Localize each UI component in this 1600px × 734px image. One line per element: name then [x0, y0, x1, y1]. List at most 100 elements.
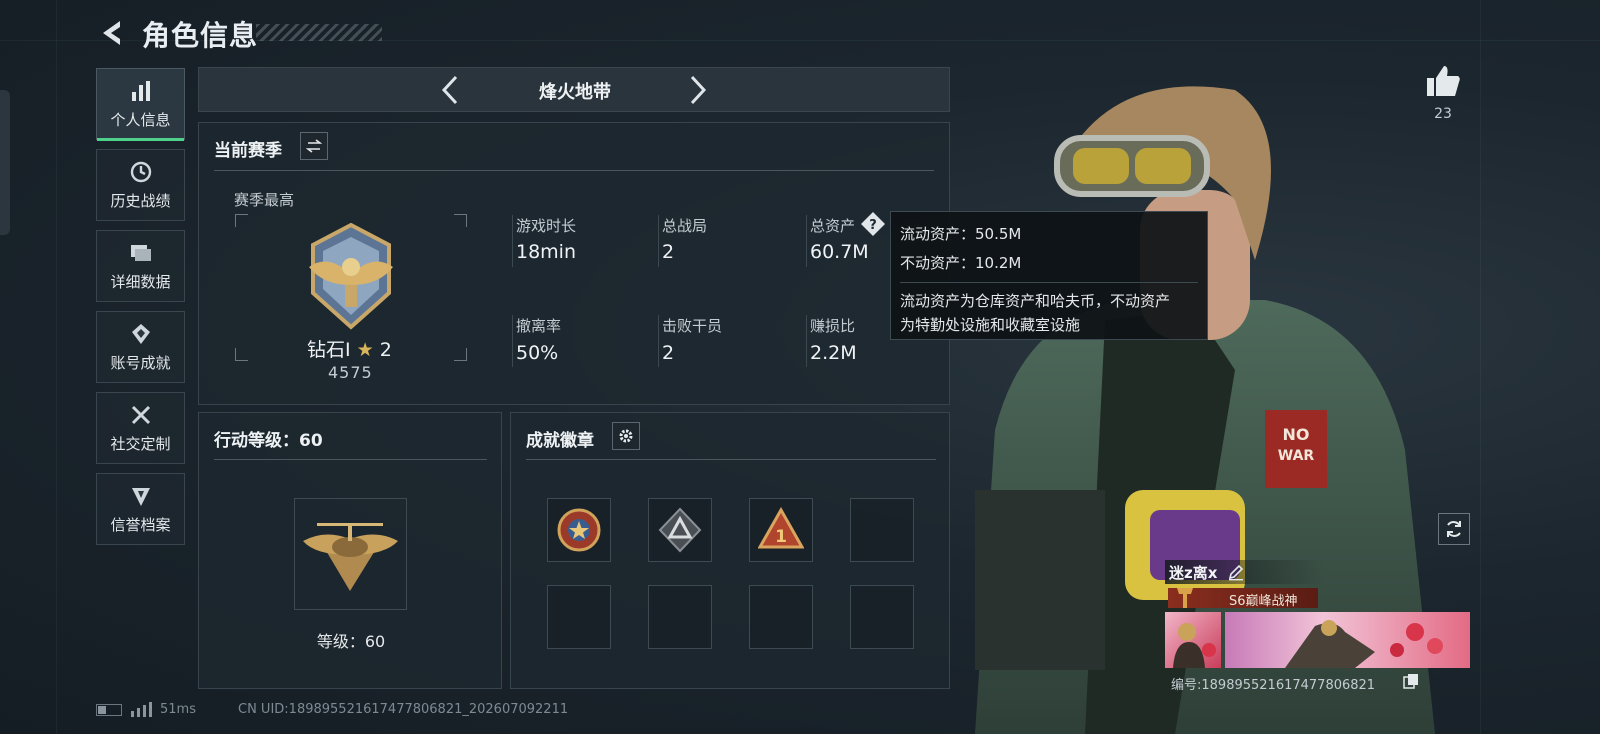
diamond-rank-emblem-icon [309, 223, 393, 330]
stat-divider [512, 315, 513, 367]
stat-divider [806, 215, 807, 267]
mode-selector: 烽火地带 [198, 67, 950, 112]
badge-slot-empty[interactable] [648, 585, 712, 649]
ping-text: 51ms [160, 702, 196, 717]
sidebar-item-history[interactable]: 历史战绩 [96, 149, 185, 221]
season-panel: 当前赛季 赛季最高 钻石Ⅰ ★ 2 4575 游戏时长 18min 总战局 2 … [198, 122, 950, 405]
sidebar-item-credit[interactable]: 信誉档案 [96, 473, 185, 545]
action-level-title: 行动等级：60 [214, 431, 323, 451]
battery-icon [96, 704, 122, 716]
badge-slot-empty[interactable] [850, 585, 914, 649]
stat-value-assets: 60.7M [810, 241, 869, 263]
tooltip-divider [900, 282, 1198, 283]
sidebar-item-label: 详细数据 [110, 272, 171, 291]
achievement-icon [131, 323, 150, 344]
svg-text:NO: NO [1283, 425, 1310, 444]
swap-icon [306, 139, 322, 153]
back-icon[interactable] [98, 18, 126, 48]
player-name: 迷z离x [1169, 564, 1218, 582]
mode-title: 烽火地带 [539, 82, 611, 103]
svg-text:WAR: WAR [1278, 448, 1315, 464]
stat-value-extract-rate: 50% [516, 342, 559, 364]
avatar[interactable] [1165, 612, 1221, 668]
title-decoration [256, 24, 382, 41]
player-title: S6巅峰战神 [1229, 594, 1298, 609]
chevron-right-icon[interactable] [687, 74, 709, 106]
stat-divider [806, 315, 807, 367]
sidebar-item-achievements[interactable]: 账号成就 [96, 311, 185, 383]
stat-value-matches: 2 [662, 241, 675, 263]
sidebar-item-label: 信誉档案 [110, 515, 171, 534]
sidebar-item-personal-info[interactable]: 个人信息 [96, 68, 185, 141]
sidebar-item-label: 历史战绩 [110, 191, 171, 210]
stat-label-playtime: 游戏时长 [516, 217, 577, 235]
stat-label-assets: 总资产 [810, 217, 856, 235]
tooltip-desc-line1: 流动资产为仓库资产和哈夫币，不动资产 [900, 292, 1171, 310]
refresh-icon [1447, 521, 1461, 537]
title-emblem-icon [1177, 588, 1193, 608]
rank-one-badge-icon: 1 [758, 507, 804, 549]
divider [214, 170, 934, 171]
sidebar-item-label: 个人信息 [110, 110, 171, 129]
sidebar-item-social[interactable]: 社交定制 [96, 392, 185, 464]
history-icon [130, 161, 151, 182]
stat-label-profit-ratio: 赚损比 [810, 317, 856, 335]
sidebar-item-details[interactable]: 详细数据 [96, 230, 185, 302]
assets-tooltip: 流动资产：50.5M 不动资产：10.2M 流动资产为仓库资产和哈夫币，不动资产… [890, 211, 1208, 340]
helicopter-badge-icon [303, 523, 398, 591]
badge-slot[interactable] [547, 498, 611, 562]
bar-chart-icon [131, 80, 150, 101]
badge-slot-empty[interactable] [850, 498, 914, 562]
stat-divider [658, 315, 659, 367]
svg-text:1: 1 [775, 527, 787, 547]
thumbs-up-icon[interactable] [1425, 64, 1461, 98]
badge-slot[interactable]: 1 [749, 498, 813, 562]
refresh-button[interactable] [1438, 513, 1470, 545]
rank-name: 钻石Ⅰ [307, 339, 351, 361]
gear-icon [619, 429, 633, 443]
player-id: 编号:18989552161747780​6821 [1171, 678, 1376, 693]
tooltip-liquid-assets: 流动资产：50.5M [900, 225, 1022, 243]
copy-icon[interactable] [1403, 673, 1419, 689]
signal-icon [131, 702, 152, 717]
achievements-title: 成就徽章 [526, 431, 594, 451]
action-level-panel: 行动等级：60 等级：60 [198, 412, 502, 689]
stat-value-profit-ratio: 2.2M [810, 342, 857, 364]
name-card-banner[interactable] [1225, 612, 1470, 668]
achievement-settings-button[interactable] [612, 422, 640, 450]
stat-label-extract-rate: 撤离率 [516, 317, 562, 335]
tooltip-desc-line2: 为特勤处设施和收藏室设施 [900, 316, 1081, 334]
badge-slot-empty[interactable] [749, 585, 813, 649]
avatar-figure-icon [1173, 623, 1216, 668]
tools-icon [131, 405, 150, 424]
uid-text: CN UID:18989552161747780​6821_2026070922… [238, 702, 569, 717]
rank-stars: 2 [379, 339, 392, 361]
stat-value-playtime: 18min [516, 241, 577, 263]
edit-icon[interactable] [1227, 563, 1245, 581]
rank-display: 钻石Ⅰ ★ 2 [307, 335, 392, 362]
sidebar-item-label: 社交定制 [110, 434, 171, 453]
triangle-badge-icon [658, 507, 702, 553]
rank-score: 4575 [328, 363, 373, 382]
badge-slot-empty[interactable] [547, 585, 611, 649]
edge-handle[interactable] [0, 90, 10, 235]
player-card: 迷z离x S6巅峰战神 编号:18989552161747780​6821 [1165, 560, 1471, 693]
level-badge-frame [294, 498, 407, 610]
level-text: 等级：60 [316, 632, 386, 651]
star-medal-icon [557, 508, 601, 552]
stat-divider [512, 215, 513, 267]
like-count: 23 [1434, 106, 1452, 122]
help-icon[interactable]: ? [860, 211, 886, 237]
divider [214, 459, 487, 460]
grid-line [1480, 0, 1481, 734]
folder-icon [130, 244, 151, 261]
season-best-label: 赛季最高 [234, 191, 295, 209]
star-icon: ★ [356, 339, 374, 361]
shield-icon [131, 487, 150, 506]
badge-slot[interactable] [648, 498, 712, 562]
achievements-panel: 成就徽章 1 [510, 412, 950, 689]
swap-button[interactable] [300, 132, 328, 160]
stat-label-matches: 总战局 [662, 217, 708, 235]
sidebar-item-label: 账号成就 [110, 353, 171, 372]
banner-figure-icon [1285, 620, 1443, 668]
